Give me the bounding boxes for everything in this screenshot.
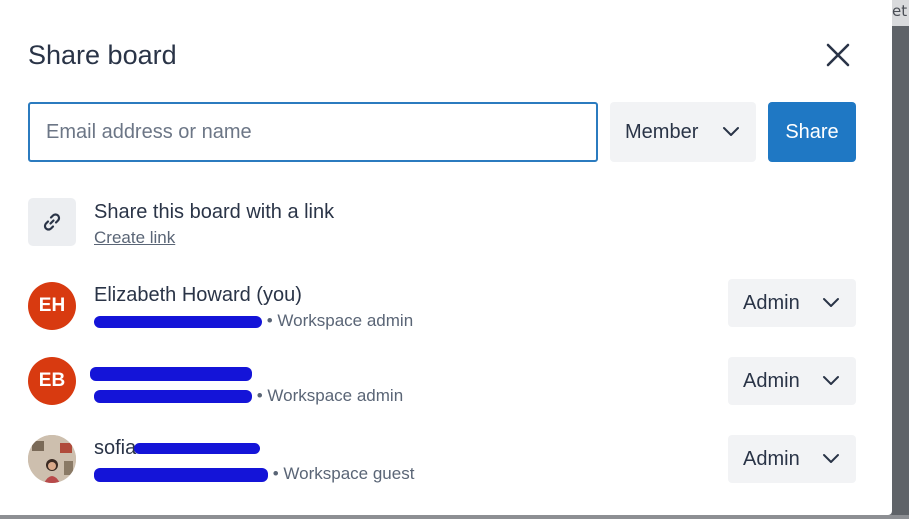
redaction-mark	[94, 467, 268, 482]
backdrop-bottom	[0, 515, 909, 519]
member-subtitle: • Workspace guest	[94, 463, 414, 485]
member-role-dropdown[interactable]: Admin	[728, 435, 856, 483]
member-workspace-role: • Workspace admin	[266, 311, 414, 330]
close-button[interactable]	[820, 37, 856, 73]
dialog-title: Share board	[28, 40, 177, 70]
redaction-mark	[94, 315, 262, 328]
avatar[interactable]: EB	[28, 357, 76, 405]
share-button[interactable]: Share	[768, 102, 856, 162]
profile-photo	[28, 435, 76, 483]
member-role-dropdown[interactable]: Admin	[728, 279, 856, 327]
member-row: sofia • Workspace guest Admin	[0, 435, 892, 495]
close-icon	[826, 43, 850, 67]
avatar[interactable]	[28, 435, 76, 483]
chevron-down-icon	[823, 298, 839, 307]
member-name	[90, 357, 252, 383]
member-role-value: Admin	[743, 370, 800, 392]
member-workspace-role: • Workspace guest	[272, 464, 415, 483]
share-board-dialog: Share board Member Share Share this boar…	[0, 0, 892, 515]
member-workspace-role: • Workspace admin	[256, 386, 404, 405]
link-icon	[43, 213, 61, 231]
share-link-title: Share this board with a link	[94, 201, 335, 223]
member-name: sofia	[94, 435, 261, 461]
member-name: Elizabeth Howard (you)	[94, 284, 302, 306]
redaction-mark	[90, 366, 252, 381]
member-subtitle: • Workspace admin	[94, 385, 403, 407]
member-subtitle: • Workspace admin	[94, 310, 413, 332]
member-role-value: Admin	[743, 292, 800, 314]
member-role-dropdown[interactable]: Admin	[728, 357, 856, 405]
role-select-dropdown[interactable]: Member	[610, 102, 756, 162]
member-row: EH Elizabeth Howard (you) • Workspace ad…	[0, 279, 892, 342]
role-select-value: Member	[625, 121, 699, 143]
chevron-down-icon	[823, 454, 839, 463]
chevron-down-icon	[823, 376, 839, 385]
chevron-down-icon	[723, 127, 739, 136]
link-icon-tile[interactable]	[28, 198, 76, 246]
email-or-name-input[interactable]	[28, 102, 598, 162]
backdrop-right: et	[892, 0, 909, 519]
redaction-mark	[134, 443, 261, 455]
member-row: EB • Workspace admin Admin	[0, 357, 892, 417]
avatar[interactable]: EH	[28, 282, 76, 330]
redaction-mark	[94, 390, 252, 404]
backdrop-text-fragment: et	[892, 0, 909, 26]
member-role-value: Admin	[743, 448, 800, 470]
create-link[interactable]: Create link	[94, 227, 175, 249]
